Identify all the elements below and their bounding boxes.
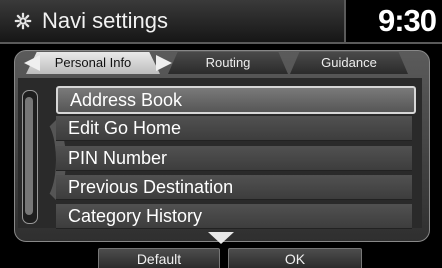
tab-label: Personal Info — [54, 55, 132, 70]
scrollbar-thumb[interactable] — [25, 97, 33, 215]
list-item-address-book[interactable]: Address Book — [56, 86, 416, 114]
tab-label: Guidance — [321, 55, 377, 70]
tab-personal-info[interactable]: Personal Info — [24, 52, 172, 74]
list-item-pin-number[interactable]: PIN Number — [56, 146, 412, 171]
list-item-label: Category History — [68, 206, 203, 226]
tab-routing[interactable]: Routing — [168, 52, 288, 74]
list-item-label: Previous Destination — [68, 177, 234, 197]
scrollbar[interactable] — [22, 90, 38, 224]
ok-button[interactable]: OK — [228, 248, 362, 268]
list-item-previous-destination[interactable]: Previous Destination — [56, 175, 412, 200]
list-item-label: Address Book — [70, 90, 183, 110]
navi-settings-screen: Navi settings 9:30 Personal Info Routing… — [0, 0, 442, 268]
header-bar: Navi settings 9:30 — [0, 0, 442, 44]
clock-box: 9:30 — [344, 0, 442, 42]
list-item-edit-go-home[interactable]: Edit Go Home — [56, 116, 412, 141]
gear-icon — [14, 12, 32, 30]
list-item-category-history[interactable]: Category History — [56, 204, 412, 229]
left-arrow-icon[interactable] — [24, 55, 40, 71]
page-title: Navi settings — [42, 8, 168, 33]
tab-bar: Personal Info Routing Guidance — [18, 52, 418, 74]
list-item-label: Edit Go Home — [68, 118, 182, 138]
list-item-label: PIN Number — [68, 148, 168, 168]
tab-guidance[interactable]: Guidance — [290, 52, 408, 74]
down-arrow-icon[interactable] — [208, 232, 234, 244]
tab-label: Routing — [205, 55, 251, 70]
bottom-bar — [0, 244, 442, 268]
default-button[interactable]: Default — [98, 248, 220, 268]
clock: 9:30 — [377, 3, 437, 38]
